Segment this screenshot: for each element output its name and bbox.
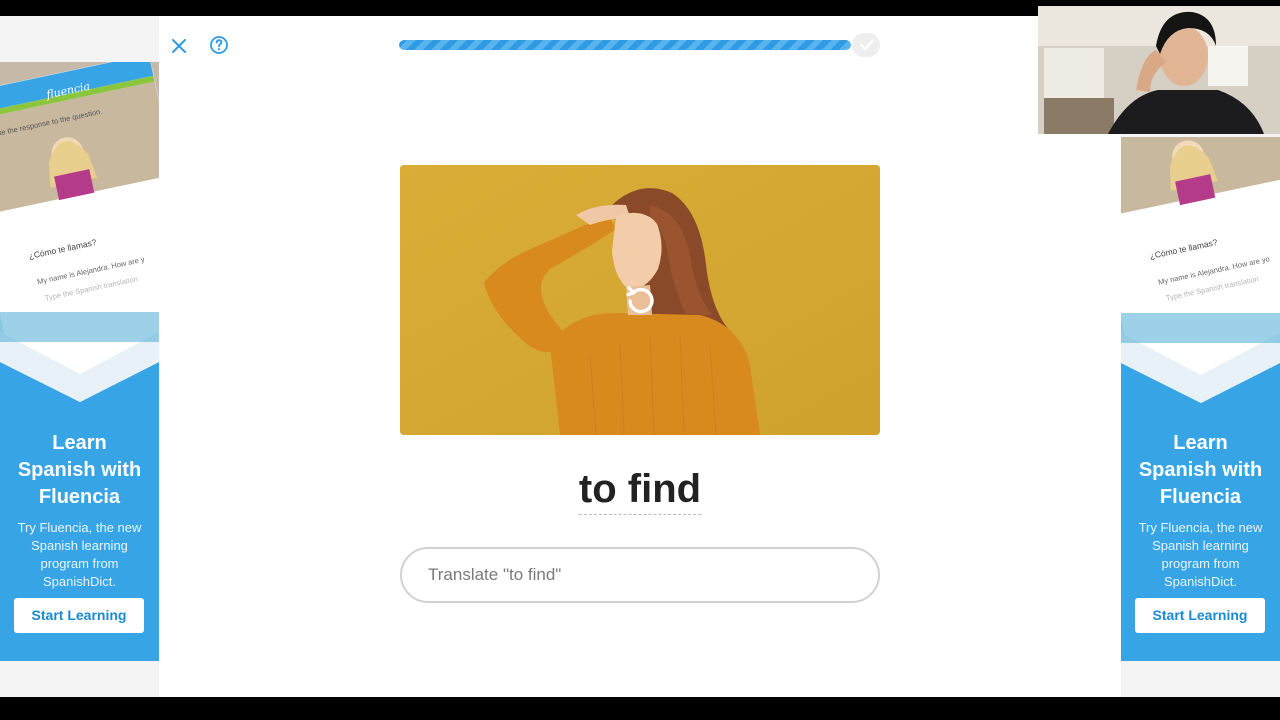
ad-right-headline-line: Fluencia [1159,486,1242,508]
ad-left-start-learning-button[interactable]: Start Learning [14,598,144,633]
ad-right-body-line: Spanish learning [1152,538,1249,553]
prompt-word[interactable]: to find [578,466,702,515]
lesson-panel: to find [159,16,1121,697]
ad-right-start-learning-button[interactable]: Start Learning [1135,598,1265,633]
answer-field[interactable] [400,547,880,603]
ad-left-body: Try Fluencia, the new Spanish learning p… [0,519,159,591]
ad-left-headline-line: Spanish with [17,459,142,481]
ad-left-body-line: program from [40,556,119,571]
ad-left-body-line: Spanish learning [31,538,128,553]
help-icon [210,36,228,54]
ad-right-body-line: Try Fluencia, the new [1138,520,1263,535]
ad-left-headline-line: Fluencia [38,486,121,508]
ad-left-body-line: Try Fluencia, the new [17,520,142,535]
ad-left-body-line: SpanishDict. [43,574,116,589]
translation-input[interactable] [428,549,858,601]
progress-fill [399,40,851,50]
video-frame: fluencia ate the response to the questio… [0,0,1280,720]
prompt-area: to find [159,466,1121,515]
ad-right-headline-line: Spanish with [1138,459,1263,481]
ad-left-headline-line: Learn [52,432,107,454]
help-button[interactable] [209,35,229,55]
vocabulary-image[interactable] [400,165,880,435]
ad-left-headline: Learn Spanish with Fluencia [0,430,159,511]
ad-right-headline-line: Learn [1173,432,1228,454]
ad-right-body-line: SpanishDict. [1164,574,1237,589]
ad-right-headline: Learn Spanish with Fluencia [1121,430,1280,511]
webcam-person-image [1038,6,1280,134]
ad-right-body-line: program from [1161,556,1240,571]
close-icon [172,39,186,53]
ad-right-copy: Learn Spanish with Fluencia Try Fluencia… [1121,430,1280,591]
ad-right-artwork: ¿Cómo te llamas? My name is Alejandra. H… [1121,137,1280,412]
ad-left-copy: Learn Spanish with Fluencia Try Fluencia… [0,430,159,591]
check-icon [859,39,874,51]
webcam-overlay [1038,6,1280,134]
replay-icon[interactable] [618,279,662,323]
ad-right[interactable]: ¿Cómo te llamas? My name is Alejandra. H… [1121,137,1280,661]
progress-complete-badge [852,33,880,57]
ad-left[interactable]: fluencia ate the response to the questio… [0,62,159,661]
close-button[interactable] [169,36,189,56]
ad-right-body: Try Fluencia, the new Spanish learning p… [1121,519,1280,591]
lesson-progress-bar [399,40,851,50]
ad-left-artwork: fluencia ate the response to the questio… [0,62,159,412]
